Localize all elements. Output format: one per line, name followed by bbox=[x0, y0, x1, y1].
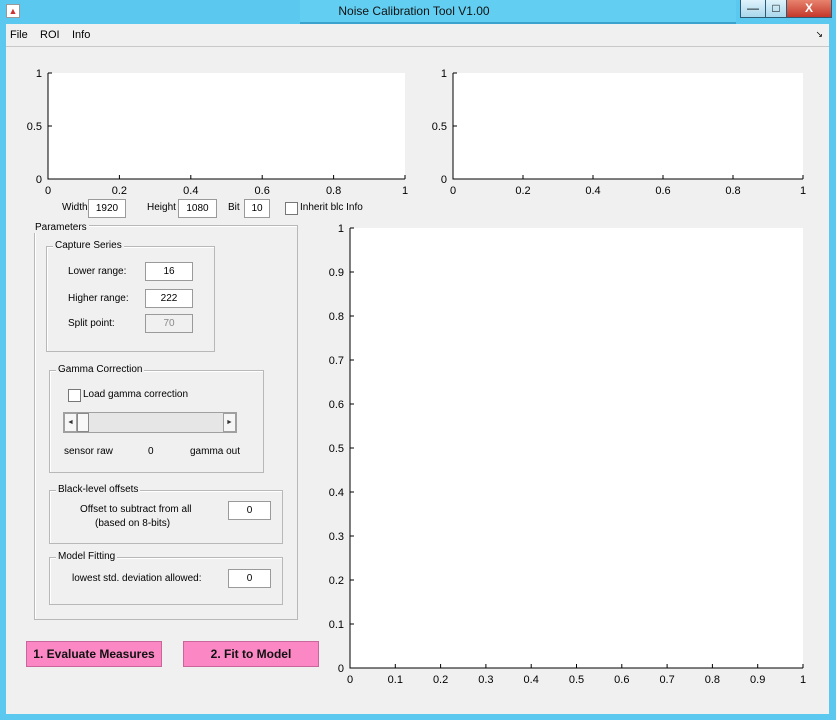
top_right-ytick-label: 1 bbox=[441, 68, 447, 80]
capture-series-title: Capture Series bbox=[53, 240, 124, 251]
top_left-ytick-label: 0.5 bbox=[27, 121, 42, 133]
evaluate-measures-button[interactable]: 1. Evaluate Measures bbox=[26, 641, 162, 667]
top_left-xtick-label: 0.2 bbox=[112, 185, 127, 197]
lowest-std-input[interactable]: 0 bbox=[228, 569, 271, 588]
parameters-title: Parameters bbox=[33, 222, 89, 233]
top_right-xtick-label: 0 bbox=[450, 185, 456, 197]
gamma-out-label: gamma out bbox=[190, 446, 241, 457]
top_left-xtick-label: 1 bbox=[402, 185, 408, 197]
main-ytick-label: 0.3 bbox=[329, 531, 344, 543]
main-ytick-label: 0 bbox=[338, 663, 344, 675]
slider-left-arrow-icon[interactable]: ◄ bbox=[64, 413, 77, 432]
menu-roi[interactable]: ROI bbox=[40, 29, 60, 41]
main-ytick-label: 0.1 bbox=[329, 619, 344, 631]
lowest-std-label: lowest std. deviation allowed: bbox=[72, 573, 202, 584]
top_right-xtick-label: 0.4 bbox=[585, 185, 600, 197]
top_left-ytick-label: 0 bbox=[36, 174, 42, 186]
main-ytick-label: 0.7 bbox=[329, 355, 344, 367]
fit-to-model-button[interactable]: 2. Fit to Model bbox=[183, 641, 319, 667]
top_left-xtick-label: 0.4 bbox=[183, 185, 198, 197]
offset-input[interactable]: 0 bbox=[228, 501, 271, 520]
height-label: Height bbox=[147, 202, 176, 213]
bit-input[interactable]: 10 bbox=[244, 199, 270, 218]
width-input[interactable]: 1920 bbox=[88, 199, 126, 218]
main-ytick-label: 0.5 bbox=[329, 443, 344, 455]
main-xtick-label: 1 bbox=[800, 674, 806, 686]
top_left-xtick-label: 0.6 bbox=[255, 185, 270, 197]
menu-info[interactable]: Info bbox=[72, 29, 90, 41]
main-xtick-label: 0.4 bbox=[524, 674, 539, 686]
window-title: Noise Calibration Tool V1.00 bbox=[338, 4, 490, 18]
width-label: Width bbox=[62, 202, 88, 213]
main-xtick-label: 0.2 bbox=[433, 674, 448, 686]
minimize-button[interactable]: — bbox=[740, 0, 766, 18]
main-xtick-label: 0.8 bbox=[705, 674, 720, 686]
slider-thumb[interactable] bbox=[77, 413, 89, 432]
main-xtick-label: 0 bbox=[347, 674, 353, 686]
slider-right-arrow-icon[interactable]: ► bbox=[223, 413, 236, 432]
menu-file[interactable]: File bbox=[10, 29, 28, 41]
main-xtick-label: 0.5 bbox=[569, 674, 584, 686]
split-point-input: 70 bbox=[145, 314, 193, 333]
plot-main[interactable] bbox=[350, 228, 803, 668]
top_right-xtick-label: 0.6 bbox=[655, 185, 670, 197]
app-window: ▲ Noise Calibration Tool V1.00 — □ X Fil… bbox=[0, 0, 836, 720]
main-xtick-label: 0.9 bbox=[750, 674, 765, 686]
main-xtick-label: 0.6 bbox=[614, 674, 629, 686]
gamma-correction-title: Gamma Correction bbox=[56, 364, 145, 375]
main-xtick-label: 0.7 bbox=[659, 674, 674, 686]
main-xtick-label: 0.1 bbox=[388, 674, 403, 686]
higher-range-label: Higher range: bbox=[68, 293, 129, 304]
lower-range-input[interactable]: 16 bbox=[145, 262, 193, 281]
model-fitting-title: Model Fitting bbox=[56, 551, 118, 562]
top_right-ytick-label: 0 bbox=[441, 174, 447, 186]
main-ytick-label: 1 bbox=[338, 223, 344, 235]
top_right-xtick-label: 0.8 bbox=[725, 185, 740, 197]
matlab-app-icon[interactable]: ▲ bbox=[6, 4, 20, 18]
main-ytick-label: 0.8 bbox=[329, 311, 344, 323]
load-gamma-checkbox[interactable] bbox=[68, 389, 81, 402]
sensor-raw-label: sensor raw bbox=[64, 446, 113, 457]
inherit-blc-label: Inherit blc Info bbox=[300, 202, 363, 213]
main-ytick-label: 0.9 bbox=[329, 267, 344, 279]
bit-label: Bit bbox=[228, 202, 240, 213]
main-ytick-label: 0.6 bbox=[329, 399, 344, 411]
gamma-slider-value: 0 bbox=[148, 446, 154, 457]
figure-client-area: File ROI Info ↘ 0 0.2 0.4 0.6 0.8 1 0 0.5 1 0 0.2… bbox=[6, 24, 829, 714]
higher-range-input[interactable]: 222 bbox=[145, 289, 193, 308]
height-input[interactable]: 1080 bbox=[178, 199, 217, 218]
window-bottom-border bbox=[0, 714, 836, 720]
split-point-label: Split point: bbox=[68, 318, 115, 329]
top_right-xtick-label: 1 bbox=[800, 185, 806, 197]
main-xtick-label: 0.3 bbox=[478, 674, 493, 686]
offset-label-bits: (based on 8-bits) bbox=[95, 518, 171, 529]
black-level-title: Black-level offsets bbox=[56, 484, 141, 495]
lower-range-label: Lower range: bbox=[68, 266, 127, 277]
close-button[interactable]: X bbox=[786, 0, 832, 18]
offset-label: Offset to subtract from all bbox=[80, 504, 192, 515]
inherit-blc-checkbox[interactable] bbox=[285, 202, 298, 215]
title-bar[interactable]: ▲ Noise Calibration Tool V1.00 — □ X bbox=[0, 0, 836, 24]
top_left-xtick-label: 0 bbox=[45, 185, 51, 197]
top_right-xtick-label: 0.2 bbox=[515, 185, 530, 197]
top_right-ytick-label: 0.5 bbox=[432, 121, 447, 133]
maximize-button[interactable]: □ bbox=[765, 0, 787, 18]
plot-top-left[interactable] bbox=[48, 73, 405, 179]
top_left-ytick-label: 1 bbox=[36, 68, 42, 80]
top_left-xtick-label: 0.8 bbox=[326, 185, 341, 197]
main-ytick-label: 0.4 bbox=[329, 487, 344, 499]
main-ytick-label: 0.2 bbox=[329, 575, 344, 587]
menu-bar: File ROI Info ↘ bbox=[6, 24, 829, 47]
load-gamma-label: Load gamma correction bbox=[83, 389, 189, 400]
plot-top-right[interactable] bbox=[453, 73, 803, 179]
dock-arrow-icon[interactable]: ↘ bbox=[815, 29, 823, 40]
gamma-slider[interactable]: ◄ ► bbox=[63, 412, 237, 433]
